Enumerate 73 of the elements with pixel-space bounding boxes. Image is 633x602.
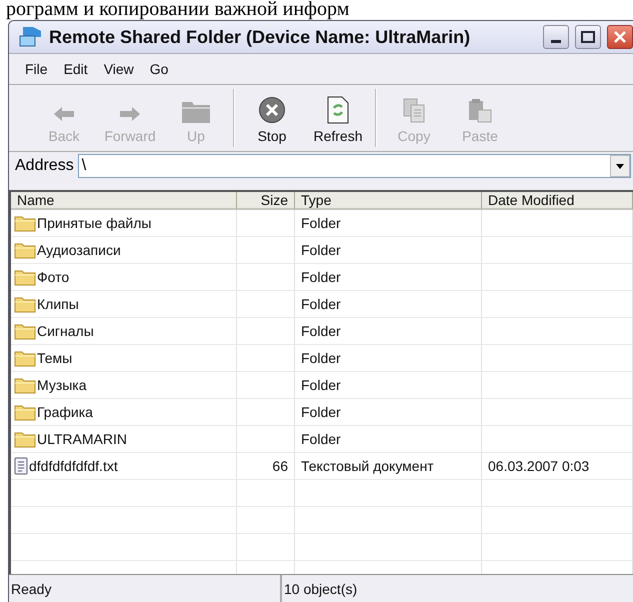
stop-icon	[258, 96, 286, 124]
entry-name: Графика	[37, 404, 93, 420]
entry-name: dfdfdfdfdfdf.txt	[29, 458, 118, 474]
menu-item[interactable]: Go	[144, 59, 174, 79]
table-cell: Folder	[301, 296, 341, 312]
menu-item[interactable]: View	[98, 59, 140, 79]
folder-icon	[14, 268, 36, 286]
column-header[interactable]: Type	[295, 192, 482, 210]
table-cell: 66	[272, 458, 288, 474]
list-entry[interactable]: ULTRAMARIN	[11, 426, 237, 452]
entry-name: Принятые файлы	[37, 215, 152, 231]
refresh-icon	[326, 96, 350, 124]
address-field[interactable]: \	[78, 154, 631, 178]
entry-name: Темы	[37, 350, 72, 366]
minimize-button[interactable]	[543, 25, 569, 49]
list-entry[interactable]: Графика	[11, 399, 237, 425]
table-cell: Текстовый документ	[301, 458, 434, 474]
folder-icon	[14, 376, 36, 394]
list-entry[interactable]: Фото	[11, 264, 237, 290]
object-count: 10 object(s)	[281, 575, 633, 602]
menu-item[interactable]: Edit	[58, 59, 94, 79]
page-text: рограмм и копировании важной информ	[5, 0, 350, 20]
dropdown-button[interactable]	[610, 155, 630, 177]
table-cell: Folder	[301, 404, 341, 420]
list-entry[interactable]: Клипы	[11, 291, 237, 317]
folder-icon	[14, 404, 36, 420]
list-entry[interactable]: Аудиозаписи	[11, 237, 237, 263]
close-button[interactable]	[607, 25, 633, 49]
forward-arrow-icon	[118, 104, 142, 124]
text-file-icon	[14, 457, 28, 475]
status-text: Ready	[9, 575, 281, 602]
address-label: Address	[15, 157, 74, 175]
paste-icon	[467, 98, 493, 124]
column-header[interactable]: Size	[237, 192, 295, 210]
table-cell: Folder	[301, 215, 341, 231]
minimize-icon	[551, 40, 561, 42]
folder-icon	[14, 322, 36, 340]
folder-icon	[14, 214, 36, 232]
folder-icon	[14, 430, 36, 448]
table-cell: Folder	[301, 323, 341, 339]
list-entry[interactable]: Темы	[11, 345, 237, 371]
menu-item[interactable]: File	[19, 59, 54, 79]
entry-name: Аудиозаписи	[37, 242, 121, 258]
folder-icon	[14, 296, 36, 312]
table-cell: 06.03.2007 0:03	[488, 458, 590, 474]
folder-icon	[14, 242, 36, 258]
table-cell: Folder	[301, 377, 341, 393]
toolbar-button[interactable]: Refresh	[305, 87, 371, 149]
entry-name: ULTRAMARIN	[37, 431, 127, 447]
column-header[interactable]: Date Modified	[482, 192, 633, 210]
table-cell: Folder	[301, 269, 341, 285]
list-entry[interactable]: Сигналы	[11, 318, 237, 344]
table-cell: Folder	[301, 350, 341, 366]
entry-name: Фото	[37, 269, 70, 285]
toolbar-button[interactable]: Stop	[239, 87, 305, 149]
column-header[interactable]: Name	[11, 192, 237, 210]
maximize-icon	[581, 31, 595, 43]
list-entry[interactable]: Принятые файлы	[11, 210, 237, 236]
entry-name: Клипы	[37, 296, 79, 312]
maximize-button[interactable]	[575, 25, 601, 49]
list-entry[interactable]: dfdfdfdfdfdf.txt	[11, 453, 237, 479]
entry-name: Музыка	[37, 377, 87, 393]
table-cell: Folder	[301, 242, 341, 258]
back-arrow-icon	[52, 104, 76, 124]
folder-icon	[14, 350, 36, 366]
caret-icon	[616, 164, 624, 168]
table-cell: Folder	[301, 431, 341, 447]
close-icon	[613, 30, 627, 44]
copy-icon	[402, 98, 426, 124]
shared-folder-icon	[17, 26, 43, 48]
list-entry[interactable]: Музыка	[11, 372, 237, 398]
window-title: Remote Shared Folder (Device Name: UltraMarin)	[49, 26, 472, 48]
entry-name: Сигналы	[37, 323, 94, 339]
